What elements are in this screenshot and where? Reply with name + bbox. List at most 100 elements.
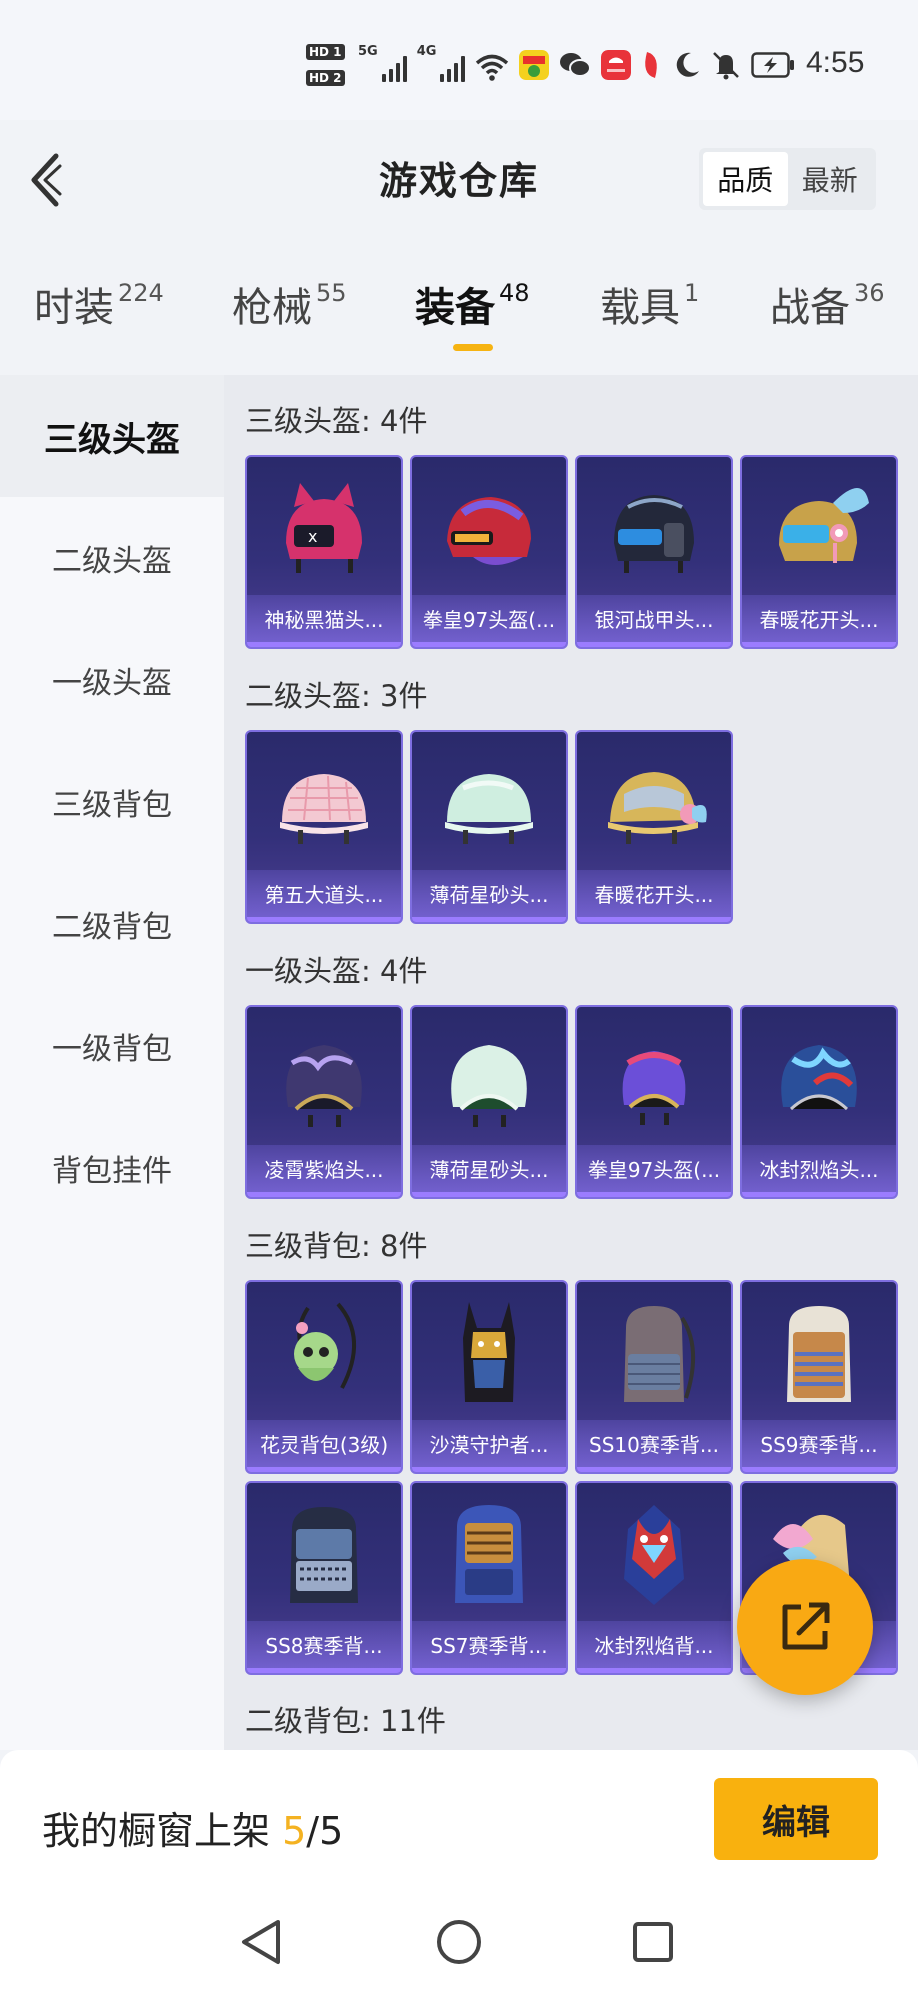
ss7-backpack-icon: [455, 1505, 523, 1603]
item-name: 薄荷星砂头...: [412, 1145, 566, 1197]
flower-spirit-backpack-icon: [294, 1302, 356, 1389]
mint-stardust-helmet-icon: [445, 774, 533, 844]
network-4g-label: 4G: [416, 44, 437, 59]
wechat-icon: [559, 51, 592, 83]
subnav-level2-backpack[interactable]: 二级背包: [0, 863, 224, 985]
tab-label: 载具: [600, 285, 680, 331]
spring-blossom-helmet-icon: [608, 772, 707, 844]
section-title: 三级背包: 8件: [245, 1229, 428, 1263]
signal-icon: [440, 52, 466, 82]
item-name: 薄荷星砂头...: [412, 870, 566, 922]
section-title: 二级背包: 11件: [245, 1704, 446, 1738]
item-card[interactable]: 拳皇97头盔(...: [410, 455, 568, 649]
item-name: 沙漠守护者...: [412, 1420, 566, 1472]
item-name: SS10赛季背...: [577, 1420, 731, 1472]
red-app-icon: [641, 50, 663, 84]
hd2-badge: HD 2: [306, 70, 345, 86]
ss10-backpack-icon: [624, 1306, 696, 1402]
tab-weapons[interactable]: 枪械 55: [232, 275, 347, 333]
share-button[interactable]: [737, 1559, 873, 1695]
item-name: SS7赛季背...: [412, 1621, 566, 1673]
status-icons: 5G 4G: [358, 44, 795, 90]
item-name: 拳皇97头盔(...: [577, 1145, 731, 1197]
signal-icon: [381, 52, 407, 82]
spring-blossom-helmet-icon: [779, 488, 869, 563]
nav-recents-button[interactable]: [623, 1912, 683, 1972]
item-card[interactable]: 凌霄紫焰头...: [245, 1005, 403, 1199]
huawei-icon: [601, 50, 632, 84]
app-notification-icon: [519, 50, 550, 84]
item-card[interactable]: 春暖花开头...: [575, 730, 733, 924]
kof97-helmet-icon: [447, 497, 531, 565]
item-name: 冰封烈焰头...: [742, 1145, 896, 1197]
tab-gear[interactable]: 战备 36: [770, 275, 885, 333]
tab-fashion[interactable]: 时装 224: [34, 275, 164, 333]
section-title: 三级头盔: 4件: [245, 404, 428, 438]
tab-vehicles[interactable]: 载具 1: [600, 275, 699, 333]
tab-equipment[interactable]: 装备 48: [415, 275, 530, 333]
item-card[interactable]: SS8赛季背...: [245, 1481, 403, 1675]
tab-label: 枪械: [232, 285, 312, 331]
item-card[interactable]: 冰封烈焰背...: [575, 1481, 733, 1675]
item-card[interactable]: 第五大道头...: [245, 730, 403, 924]
circle-home-icon: [437, 1920, 481, 1964]
sort-quality-button[interactable]: 品质: [703, 152, 788, 206]
subnav-backpack-pendant[interactable]: 背包挂件: [0, 1107, 224, 1229]
black-cat-helmet-icon: x: [286, 483, 362, 573]
sort-newest-button[interactable]: 最新: [788, 152, 873, 206]
showcase-label: 我的橱窗上架: [42, 1809, 271, 1853]
frozen-flame-backpack-icon: [624, 1505, 684, 1605]
galaxy-armor-helmet-icon: [614, 495, 694, 573]
item-card[interactable]: SS9赛季背...: [740, 1280, 898, 1474]
category-tabs: 时装 224 枪械 55 装备 48 载具 1 战备 36: [0, 275, 918, 355]
mute-icon: [711, 50, 741, 84]
kof97-helmet-icon: [622, 1051, 686, 1125]
square-recents-icon: [633, 1922, 673, 1962]
showcase-current-count: 5: [282, 1809, 307, 1853]
svg-text:x: x: [308, 527, 317, 546]
item-name: 春暖花开头...: [742, 595, 896, 647]
subnav-level1-backpack[interactable]: 一级背包: [0, 985, 224, 1107]
share-icon: [782, 1602, 830, 1650]
showcase-bar: 我的橱窗上架 5/5 编辑: [0, 1750, 918, 1892]
item-card[interactable]: 沙漠守护者...: [410, 1280, 568, 1474]
sub-category-nav: 三级头盔 二级头盔 一级头盔 三级背包 二级背包 一级背包 背包挂件: [0, 375, 224, 1750]
status-bar: HD 1 HD 2 5G 4G 4:55: [0, 0, 918, 120]
item-card[interactable]: 春暖花开头...: [740, 455, 898, 649]
tab-label: 时装: [34, 285, 114, 331]
wifi-icon: [475, 53, 509, 81]
hd1-badge: HD 1: [306, 44, 345, 60]
tab-count: 55: [316, 279, 347, 307]
system-nav-bar: [0, 1892, 918, 1989]
ss9-backpack-icon: [787, 1306, 851, 1402]
nav-home-button[interactable]: [429, 1912, 489, 1972]
item-card[interactable]: 银河战甲头...: [575, 455, 733, 649]
subnav-level3-helmet[interactable]: 三级头盔: [0, 375, 224, 497]
item-card[interactable]: 花灵背包(3级): [245, 1280, 403, 1474]
hd-indicator: HD 1 HD 2: [306, 42, 352, 92]
triangle-back-icon: [242, 1920, 280, 1964]
subnav-level3-backpack[interactable]: 三级背包: [0, 741, 224, 863]
desert-guardian-backpack-icon: [463, 1302, 515, 1402]
item-name: 神秘黑猫头...: [247, 595, 401, 647]
subnav-level2-helmet[interactable]: 二级头盔: [0, 497, 224, 619]
item-card[interactable]: 拳皇97头盔(...: [575, 1005, 733, 1199]
item-card[interactable]: 冰封烈焰头...: [740, 1005, 898, 1199]
item-name: 花灵背包(3级): [247, 1420, 401, 1472]
frozen-flame-helmet-icon: [781, 1045, 857, 1111]
tab-label: 战备: [770, 285, 850, 331]
section-title: 一级头盔: 4件: [245, 954, 428, 988]
item-card[interactable]: 薄荷星砂头...: [410, 1005, 568, 1199]
item-card[interactable]: x 神秘黑猫头...: [245, 455, 403, 649]
subnav-level1-helmet[interactable]: 一级头盔: [0, 619, 224, 741]
showcase-total-count: /5: [306, 1809, 344, 1853]
item-name: 春暖花开头...: [577, 870, 731, 922]
edit-button[interactable]: 编辑: [714, 1778, 878, 1860]
item-name: SS9赛季背...: [742, 1420, 896, 1472]
sort-toggle: 品质 最新: [699, 148, 876, 210]
item-card[interactable]: SS10赛季背...: [575, 1280, 733, 1474]
item-card[interactable]: SS7赛季背...: [410, 1481, 568, 1675]
item-card[interactable]: 薄荷星砂头...: [410, 730, 568, 924]
nav-back-button[interactable]: [232, 1912, 292, 1972]
item-name: 冰封烈焰背...: [577, 1621, 731, 1673]
